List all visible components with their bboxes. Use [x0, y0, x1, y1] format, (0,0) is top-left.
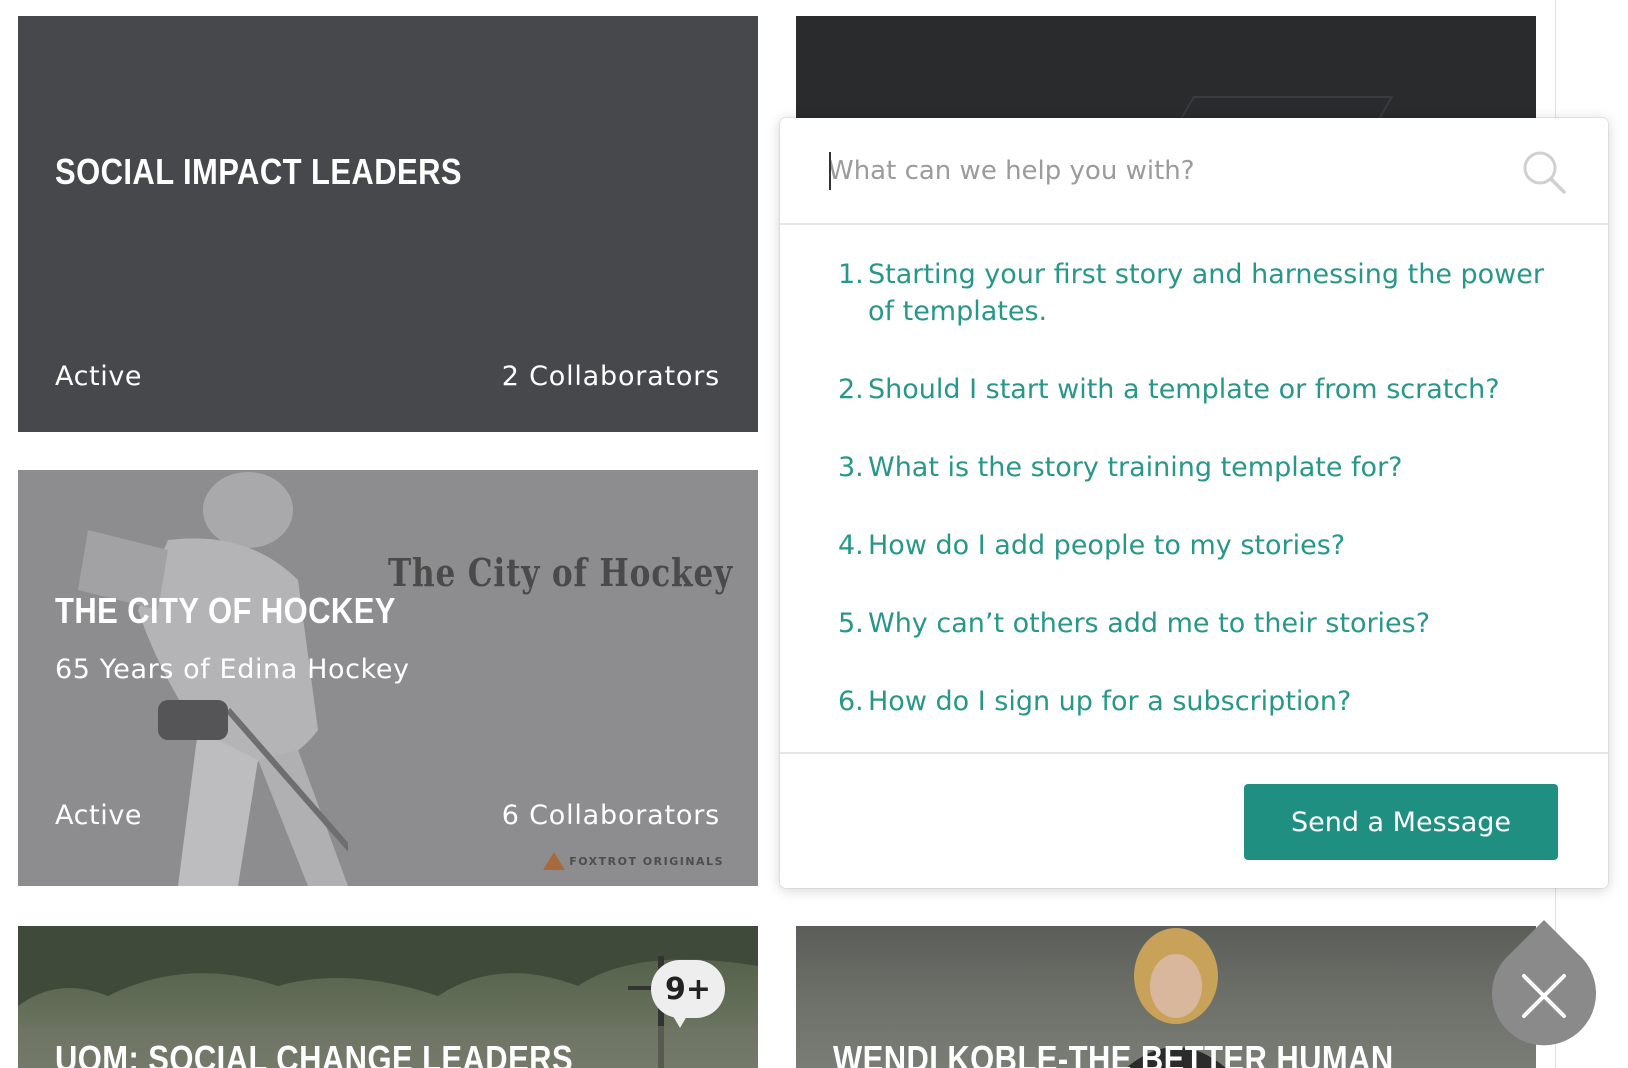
faq-link[interactable]: Starting your first story and harnessing… [868, 256, 1578, 330]
card-subtitle: 65 Years of Edina Hockey [55, 654, 410, 685]
faq-link[interactable]: How do I add people to my stories? [868, 527, 1578, 564]
faq-link[interactable]: What is the story training template for? [868, 449, 1578, 486]
story-card-social-impact-leaders[interactable]: SOCIAL IMPACT LEADERS Active 2 Collabora… [18, 16, 758, 432]
faq-number: 6. [838, 686, 864, 717]
card-title: SOCIAL IMPACT LEADERS [55, 151, 462, 192]
faq-item[interactable]: 4. How do I add people to my stories? [838, 527, 1578, 564]
search-icon[interactable] [1520, 148, 1568, 196]
faq-item[interactable]: 6. How do I sign up for a subscription? [838, 683, 1578, 720]
faq-link[interactable]: Should I start with a template or from s… [868, 371, 1578, 408]
text-cursor [829, 152, 831, 190]
card-title: UOM: SOCIAL CHANGE LEADERS [55, 1038, 574, 1068]
story-card-uom-social-change-leaders[interactable]: UOM: SOCIAL CHANGE LEADERS [18, 926, 758, 1068]
card-collaborators: 2 Collaborators [501, 361, 720, 392]
card-title: WENDI KOBLE-THE BETTER HUMAN [833, 1038, 1394, 1068]
faq-number: 3. [838, 452, 864, 483]
poster-title: The City of Hockey [388, 550, 734, 595]
story-card-hidden[interactable] [796, 16, 1536, 126]
faq-link[interactable]: Why can’t others add me to their stories… [868, 605, 1578, 642]
help-widget: 1. Starting your first story and harness… [780, 118, 1608, 888]
fox-logo-icon [543, 852, 566, 870]
send-message-button[interactable]: Send a Message [1244, 784, 1558, 860]
help-search-bar [780, 118, 1608, 225]
faq-number: 2. [838, 374, 864, 405]
card-status: Active [55, 361, 143, 392]
brand-logo: FOXTROT ORIGINALS [543, 852, 724, 870]
card-status: Active [55, 800, 143, 831]
close-help-button[interactable] [1490, 920, 1598, 1048]
brand-name: FOXTROT ORIGINALS [569, 854, 724, 868]
faq-link[interactable]: How do I sign up for a subscription? [868, 683, 1578, 720]
story-card-wendi-koble[interactable]: WENDI KOBLE-THE BETTER HUMAN [796, 926, 1536, 1068]
panel-divider [780, 752, 1608, 754]
faq-item[interactable]: 5. Why can’t others add me to their stor… [838, 605, 1578, 642]
stories-dashboard: SOCIAL IMPACT LEADERS Active 2 Collabora… [0, 0, 1628, 1068]
card-title: THE CITY OF HOCKEY [55, 590, 396, 631]
faq-number: 1. [838, 259, 864, 290]
faq-item[interactable]: 3. What is the story training template f… [838, 449, 1578, 486]
faq-item[interactable]: 1. Starting your first story and harness… [838, 256, 1578, 330]
faq-item[interactable]: 2. Should I start with a template or fro… [838, 371, 1578, 408]
faq-number: 5. [838, 608, 864, 639]
notification-badge: 9+ [651, 960, 725, 1028]
faq-list: 1. Starting your first story and harness… [838, 256, 1578, 761]
card-collaborators: 6 Collaborators [501, 800, 720, 831]
story-card-city-of-hockey[interactable]: The City of Hockey THE CITY OF HOCKEY 65… [18, 470, 758, 886]
faq-number: 4. [838, 530, 864, 561]
help-search-input[interactable] [828, 146, 1478, 196]
